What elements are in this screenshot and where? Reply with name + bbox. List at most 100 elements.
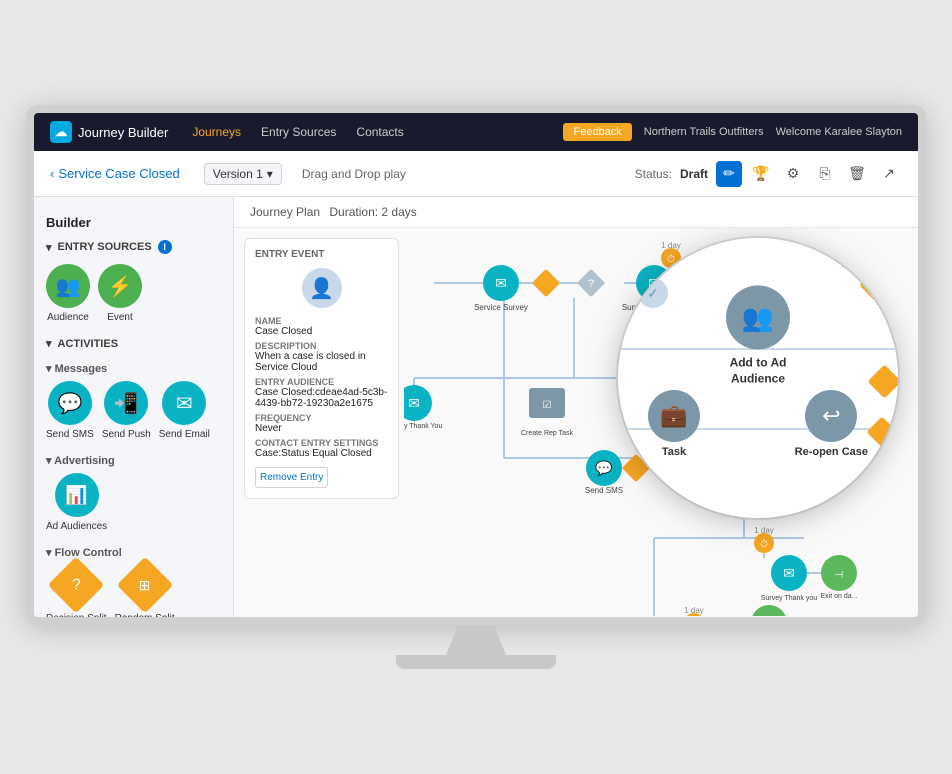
task-icon: 💼 — [648, 390, 700, 442]
ad-audiences-label: Ad Audiences — [46, 521, 107, 532]
entry-frequency-value: Never — [255, 423, 388, 434]
activities-chevron-icon: ▾ — [46, 337, 52, 350]
journey-canvas: Journey Plan Duration: 2 days ENTRY EVEN… — [234, 197, 918, 617]
journey-plan-header: Journey Plan Duration: 2 days — [234, 197, 918, 228]
svg-text:?: ? — [588, 278, 594, 290]
reopen-case-node: ↩ Re-open Case — [795, 390, 868, 458]
back-button[interactable]: ‹ Service Case Closed — [50, 166, 180, 181]
feedback-button[interactable]: Feedback — [563, 123, 631, 141]
zoom-diamond-bottom — [866, 416, 897, 447]
entry-contact-field: CONTACT ENTRY SETTINGS Case:Status Equal… — [255, 438, 388, 459]
entry-audience-label: ENTRY AUDIENCE — [255, 377, 388, 387]
decision-split-icon: ? — [48, 557, 105, 614]
sidebar-item-send-push[interactable]: 📲 Send Push — [102, 381, 151, 440]
zoom-circle: 👥 Add to AdAudience 1 day 💼 — [618, 238, 898, 518]
task-label: Task — [662, 446, 686, 458]
entry-contact-value: Case:Status Equal Closed — [255, 448, 388, 459]
activities-section[interactable]: ▾ ACTIVITIES — [34, 331, 233, 356]
back-chevron-icon: ‹ — [50, 166, 54, 181]
remove-entry-button[interactable]: Remove Entry — [255, 467, 328, 488]
settings-icon[interactable]: ⚙ — [780, 161, 806, 187]
sidebar-item-ad-audiences[interactable]: 📊 Ad Audiences — [46, 473, 107, 532]
zoom-diamond-middle — [868, 365, 898, 399]
send-sms-label: Send SMS — [46, 429, 94, 440]
canvas-area[interactable]: ENTRY EVENT 👤 NAME Case Closed DESCRIPTI… — [234, 228, 918, 616]
svg-text:💬: 💬 — [595, 460, 613, 477]
stand-neck — [446, 625, 506, 655]
entry-description-value: When a case is closed in Service Cloud — [255, 351, 388, 373]
advertising-grid: 📊 Ad Audiences — [34, 469, 233, 540]
svg-text:Survey Thank you: Survey Thank you — [761, 595, 817, 602]
brand-icon: ☁ — [50, 121, 72, 143]
chevron-messages-icon: ▾ — [46, 363, 52, 375]
trophy-icon[interactable]: 🏆 — [748, 161, 774, 187]
reopen-case-icon: ↩ — [805, 390, 857, 442]
nav-right: Feedback Northern Trails Outfitters Welc… — [563, 123, 902, 141]
status-area: Status: Draft ✏ 🏆 ⚙ ⎘ 🗑 ↗ — [635, 161, 902, 187]
svg-text:⊣: ⊣ — [835, 570, 844, 581]
add-audience-node: 👥 Add to AdAudience — [726, 285, 790, 386]
nav-entry-sources[interactable]: Entry Sources — [261, 125, 336, 139]
entry-sources-section[interactable]: ▾ ENTRY SOURCES i — [34, 234, 233, 260]
sidebar-item-decision-split[interactable]: ? Decision Split — [46, 565, 107, 617]
svg-text:✉: ✉ — [408, 395, 420, 411]
page-title: Service Case Closed — [58, 166, 179, 181]
stand-base — [396, 655, 556, 669]
header-bar: ‹ Service Case Closed Version 1 ▾ Drag a… — [34, 151, 918, 197]
advertising-sub-section: ▾ Advertising — [34, 452, 233, 469]
edit-icon[interactable]: ✏ — [716, 161, 742, 187]
send-sms-icon: 💬 — [48, 381, 92, 425]
nav-journeys[interactable]: Journeys — [192, 125, 241, 139]
version-selector[interactable]: Version 1 ▾ — [204, 163, 282, 185]
chevron-advertising-icon: ▾ — [46, 455, 52, 467]
add-audience-label: Add to AdAudience — [730, 355, 787, 386]
nav-welcome: Welcome Karalee Slayton — [776, 126, 902, 138]
add-audience-icon: 👥 — [726, 285, 790, 349]
svg-text:1 day: 1 day — [684, 606, 704, 615]
send-email-icon: ✉ — [162, 381, 206, 425]
svg-text:✉: ✉ — [495, 275, 507, 291]
nav-links: Journeys Entry Sources Contacts — [192, 125, 403, 139]
event-label: Event — [107, 312, 133, 323]
entry-avatar: 👤 — [302, 268, 342, 308]
send-push-icon: 📲 — [104, 381, 148, 425]
decision-split-label: Decision Split — [46, 613, 107, 617]
entry-event-title: ENTRY EVENT — [255, 249, 388, 260]
flow-control-sub-section: ▾ Flow Control — [34, 544, 233, 561]
sidebar-item-send-sms[interactable]: 💬 Send SMS — [46, 381, 94, 440]
nav-org: Northern Trails Outfitters — [644, 126, 764, 138]
share-icon[interactable]: ↗ — [876, 161, 902, 187]
flow-control-grid: ? Decision Split ⊞ Random Split ✦ — [34, 561, 233, 617]
svg-text:☑: ☑ — [543, 400, 552, 411]
sidebar: Builder ▾ ENTRY SOURCES i 👥 Audience ⚡ E… — [34, 197, 234, 617]
sidebar-item-audience[interactable]: 👥 Audience — [46, 264, 90, 323]
brand-text: Journey Builder — [78, 125, 168, 140]
zoom-diamond-top — [859, 268, 893, 302]
entry-name-value: Case Closed — [255, 326, 388, 337]
entry-description-field: DESCRIPTION When a case is closed in Ser… — [255, 341, 388, 373]
svg-text:Survey Thank You: Survey Thank You — [404, 423, 442, 430]
journey-duration: Duration: 2 days — [329, 205, 416, 219]
svg-text:⏱: ⏱ — [760, 539, 768, 550]
entry-sources-grid: 👥 Audience ⚡ Event — [34, 260, 233, 331]
nav-contacts[interactable]: Contacts — [356, 125, 403, 139]
messages-grid: 💬 Send SMS 📲 Send Push ✉ Send Email — [34, 377, 233, 448]
entry-contact-label: CONTACT ENTRY SETTINGS — [255, 438, 388, 448]
svg-text:Create Rep Task: Create Rep Task — [521, 430, 574, 437]
entry-frequency-label: FREQUENCY — [255, 413, 388, 423]
sidebar-item-random-split[interactable]: ⊞ Random Split — [115, 565, 175, 617]
status-label: Status: — [635, 167, 672, 181]
reopen-case-label: Re-open Case — [795, 446, 868, 458]
delete-icon[interactable]: 🗑 — [844, 161, 870, 187]
sidebar-item-event[interactable]: ⚡ Event — [98, 264, 142, 323]
event-icon: ⚡ — [98, 264, 142, 308]
brand: ☁ Journey Builder — [50, 121, 168, 143]
send-push-label: Send Push — [102, 429, 151, 440]
journey-plan-label: Journey Plan — [250, 205, 320, 219]
messages-sub-section: ▾ Messages — [34, 360, 233, 377]
entry-frequency-field: FREQUENCY Never — [255, 413, 388, 434]
copy-icon[interactable]: ⎘ — [812, 161, 838, 187]
entry-sources-label: ENTRY SOURCES — [58, 241, 152, 253]
sidebar-item-send-email[interactable]: ✉ Send Email — [159, 381, 210, 440]
info-icon: i — [158, 240, 172, 254]
